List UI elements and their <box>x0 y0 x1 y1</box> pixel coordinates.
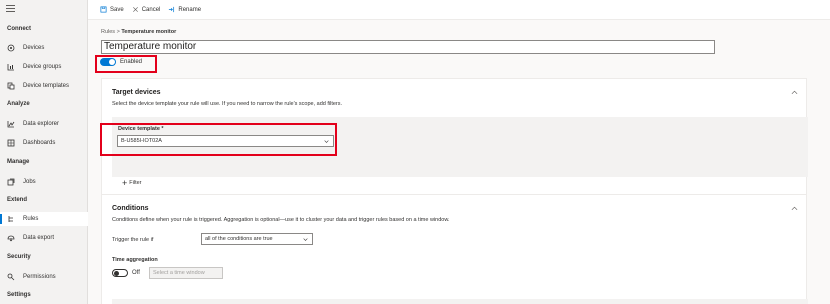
sidebar-item-label: Device groups <box>23 64 62 70</box>
sidebar-item-devices[interactable]: Devices <box>0 41 88 55</box>
main-panel: Save Cancel Rename Rules > Temperature m… <box>88 0 830 304</box>
data-explorer-icon <box>7 120 15 128</box>
device-groups-icon <box>7 63 15 71</box>
breadcrumb: Rules > Temperature monitor <box>101 29 176 35</box>
cancel-label: Cancel <box>141 6 161 13</box>
conditions-card: Conditions Conditions define when your r… <box>101 194 808 304</box>
sidebar-item-device-templates[interactable]: Device templates <box>0 79 88 93</box>
sidebar-item-label: Data explorer <box>23 121 60 127</box>
save-button[interactable]: Save <box>100 6 124 13</box>
nav-section-connect: Connect <box>7 26 31 32</box>
add-filter-button[interactable]: + Filter <box>122 178 142 188</box>
time-aggregation-label: Time aggregation <box>112 257 158 263</box>
sidebar-item-permissions[interactable]: Permissions <box>0 270 88 284</box>
sidebar-item-dashboards[interactable]: Dashboards <box>0 136 88 150</box>
sidebar-item-label: Data export <box>23 235 55 241</box>
nav-section-settings: Settings <box>7 292 31 298</box>
rule-editor: Rules > Temperature monitor Temperature … <box>88 20 830 304</box>
devices-icon <box>7 44 15 52</box>
dashboards-icon <box>7 139 15 147</box>
device-templates-icon <box>7 82 15 90</box>
jobs-icon <box>7 178 15 186</box>
nav-section-analyze: Analyze <box>7 101 30 107</box>
conditions-list-area <box>112 299 808 304</box>
sidebar-item-device-groups[interactable]: Device groups <box>0 60 88 74</box>
chevron-down-icon <box>303 238 308 241</box>
sidebar-item-label: Dashboards <box>23 140 56 146</box>
target-devices-description: Select the device template your rule wil… <box>112 101 343 107</box>
breadcrumb-separator: > <box>116 29 120 35</box>
left-nav: Connect Devices Device groups Device tem… <box>0 0 88 304</box>
sidebar-item-jobs[interactable]: Jobs <box>0 175 88 189</box>
aggregation-toggle-label: Off <box>132 270 140 276</box>
plus-icon: + <box>122 178 128 188</box>
sidebar-item-data-export[interactable]: Data export <box>0 231 88 245</box>
sidebar-item-label: Device templates <box>23 83 70 89</box>
filter-label: Filter <box>129 180 142 186</box>
trigger-label: Trigger the rule if <box>112 237 154 243</box>
breadcrumb-current: Temperature monitor <box>121 29 177 35</box>
sidebar-item-label: Devices <box>23 45 45 51</box>
sidebar-item-label: Rules <box>23 216 39 222</box>
nav-section-extend: Extend <box>7 197 28 203</box>
command-bar: Save Cancel Rename <box>88 0 830 20</box>
cancel-button[interactable]: Cancel <box>132 6 161 13</box>
save-icon <box>100 6 107 13</box>
chevron-up-icon[interactable] <box>791 89 798 96</box>
highlight-box-device-template <box>100 123 337 156</box>
trigger-condition-value: all of the conditions are true <box>205 236 273 242</box>
hamburger-menu-icon[interactable] <box>6 5 15 13</box>
data-export-icon <box>7 234 15 242</box>
sidebar-item-rules[interactable]: Rules <box>0 212 88 226</box>
close-icon <box>132 7 138 12</box>
sidebar-item-label: Jobs <box>23 179 36 185</box>
permissions-icon <box>7 273 15 281</box>
time-window-dropdown[interactable]: Select a time window <box>149 267 223 279</box>
save-label: Save <box>110 6 124 13</box>
rename-label: Rename <box>178 6 202 13</box>
time-window-placeholder: Select a time window <box>153 270 205 276</box>
rename-icon <box>169 6 175 13</box>
highlight-box-enabled <box>95 55 157 73</box>
sidebar-item-data-explorer[interactable]: Data explorer <box>0 117 88 131</box>
aggregation-toggle-group: Off <box>112 269 140 277</box>
aggregation-toggle[interactable] <box>112 269 128 277</box>
rules-icon <box>7 215 15 223</box>
breadcrumb-parent[interactable]: Rules <box>101 29 115 35</box>
rename-button[interactable]: Rename <box>168 6 201 13</box>
rule-name-input[interactable]: Temperature monitor <box>101 40 715 54</box>
conditions-title: Conditions <box>112 205 149 212</box>
target-devices-title: Target devices <box>112 89 161 96</box>
nav-section-manage: Manage <box>7 159 30 165</box>
sidebar-item-label: Permissions <box>23 274 56 280</box>
chevron-up-icon[interactable] <box>791 205 798 212</box>
trigger-condition-dropdown[interactable]: all of the conditions are true <box>201 233 313 245</box>
nav-section-security: Security <box>7 254 31 260</box>
conditions-description: Conditions define when your rule is trig… <box>112 217 450 223</box>
